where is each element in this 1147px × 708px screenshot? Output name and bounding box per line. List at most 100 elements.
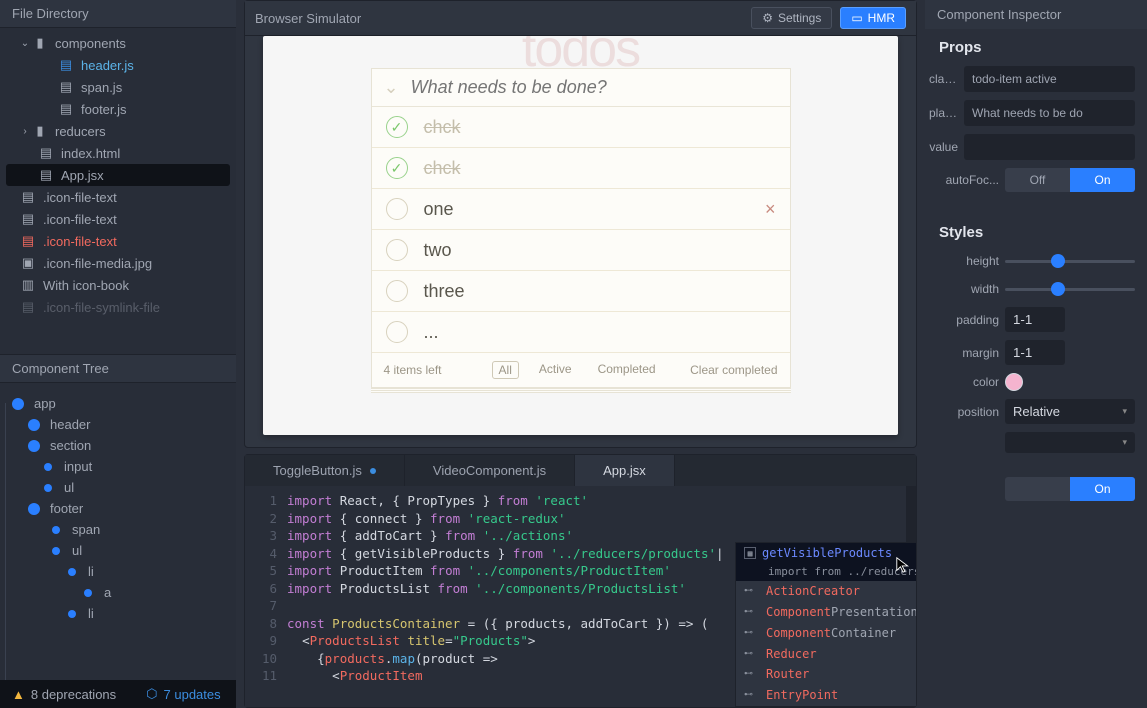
autocomplete-item[interactable]: ⊷ActionCreator [736, 581, 916, 602]
hmr-button[interactable]: ▭ HMR [840, 7, 906, 29]
ct-node-ul[interactable]: ul [44, 477, 224, 498]
ct-node-ul2[interactable]: ul [52, 540, 224, 561]
ct-node-app[interactable]: app [12, 393, 224, 414]
filter-all[interactable]: All [492, 361, 519, 379]
todo-item[interactable]: ✓two [372, 230, 790, 271]
folder-reducers[interactable]: › ▮ reducers [0, 120, 236, 142]
width-slider[interactable] [1005, 279, 1135, 299]
extra-select[interactable]: ▾ [1005, 432, 1135, 453]
file-span-js[interactable]: ▤ span.js [0, 76, 236, 98]
height-slider[interactable] [1005, 251, 1135, 271]
node-dot-icon [44, 484, 52, 492]
file-text-icon: ▤ [20, 211, 36, 227]
todo-item[interactable]: ✓ chck [372, 148, 790, 189]
file-label: App.jsx [61, 168, 104, 183]
file-symlink[interactable]: ▤ .icon-file-symlink-file [0, 296, 236, 318]
file-label: .icon-file-text [43, 212, 117, 227]
check-icon[interactable]: ✓ [386, 280, 408, 302]
todo-item[interactable]: ✓... [372, 312, 790, 353]
prop-label: margin [929, 346, 1005, 360]
check-icon[interactable]: ✓ [386, 116, 408, 138]
file-app-jsx[interactable]: ▤ App.jsx [6, 164, 230, 186]
ct-node-header[interactable]: header [28, 414, 224, 435]
ct-node-section[interactable]: section [28, 435, 224, 456]
file-header-js[interactable]: ▤ header.js [0, 54, 236, 76]
todo-item[interactable]: ✓chck [372, 107, 790, 148]
close-icon[interactable]: × [765, 199, 776, 220]
file-icon-text-3[interactable]: ▤ .icon-file-text [0, 230, 236, 252]
ct-node-span[interactable]: span [52, 519, 224, 540]
autocomplete-item[interactable]: ⊷ComponentPresentational [736, 602, 916, 623]
autocomplete-item[interactable]: ⊷ComponentContainer [736, 623, 916, 644]
switch-on[interactable]: On [1070, 477, 1135, 501]
check-icon[interactable]: ✓ [386, 157, 408, 179]
classname-input[interactable] [964, 66, 1135, 92]
folder-icon: ▮ [32, 123, 48, 139]
file-media[interactable]: ▣ .icon-file-media.jpg [0, 252, 236, 274]
check-icon[interactable]: ✓ [386, 321, 408, 343]
margin-input[interactable] [1005, 340, 1065, 365]
todo-item[interactable]: ✓three [372, 271, 790, 312]
filter-active[interactable]: Active [533, 361, 578, 379]
file-footer-js[interactable]: ▤ footer.js [0, 98, 236, 120]
code-area[interactable]: import React, { PropTypes } from 'react'… [287, 486, 906, 707]
editor-tabs: ToggleButton.js VideoComponent.js App.js… [245, 455, 916, 486]
file-icon-book[interactable]: ▥ With icon-book [0, 274, 236, 296]
slider-knob[interactable] [1051, 254, 1065, 268]
ct-label: li [88, 564, 94, 579]
folder-label: reducers [55, 124, 106, 139]
prop-placeholder: placeho... [925, 96, 1147, 130]
check-icon[interactable]: ✓ [386, 198, 408, 220]
autofocus-switch[interactable]: Off On [1005, 168, 1135, 192]
autocomplete-item[interactable]: ⊷Reducer [736, 644, 916, 665]
placeholder-input[interactable] [964, 100, 1135, 126]
value-input[interactable] [964, 134, 1135, 160]
status-deprecations[interactable]: ▲ 8 deprecations [12, 687, 116, 702]
file-text-icon: ▤ [20, 189, 36, 205]
status-updates[interactable]: ⬡ 7 updates [146, 686, 220, 702]
ct-node-li[interactable]: li [68, 561, 224, 582]
ct-label: header [50, 417, 90, 432]
ct-node-footer[interactable]: footer [28, 498, 224, 519]
position-select[interactable]: Relative ▾ [1005, 399, 1135, 424]
prop-autofocus: autoFoc... Off On [925, 164, 1147, 196]
chevron-down-icon[interactable]: ⌄ [384, 77, 399, 98]
color-swatch[interactable] [1005, 373, 1023, 391]
folder-components[interactable]: ⌄ ▮ components [0, 32, 236, 54]
bottom-switch[interactable]: On [1005, 477, 1135, 501]
autocomplete-item[interactable]: ⊷Router [736, 664, 916, 685]
switch-off[interactable] [1005, 477, 1070, 501]
tab-video-component[interactable]: VideoComponent.js [405, 455, 575, 486]
todo-item[interactable]: ✓one× [372, 189, 790, 230]
ct-label: ul [64, 480, 74, 495]
ct-node-input[interactable]: input [44, 456, 224, 477]
ct-label: footer [50, 501, 83, 516]
ac-label: Router [766, 666, 809, 683]
filter-completed[interactable]: Completed [592, 361, 662, 379]
line-gutter: 1234567891011 [245, 486, 287, 707]
autocomplete-item[interactable]: ⊷EntryPoint [736, 685, 916, 706]
ac-label: getVisibleProducts [762, 545, 892, 562]
todo-text: chck [424, 158, 461, 179]
check-icon[interactable]: ✓ [386, 239, 408, 261]
tab-app-jsx[interactable]: App.jsx [575, 455, 675, 486]
file-icon-text-1[interactable]: ▤ .icon-file-text [0, 186, 236, 208]
todo-new-input[interactable] [411, 77, 778, 98]
ct-node-li2[interactable]: li [68, 603, 224, 624]
switch-on[interactable]: On [1070, 168, 1135, 192]
settings-button[interactable]: ⚙ Settings [751, 7, 832, 29]
file-index-html[interactable]: ▤ index.html [0, 142, 236, 164]
tab-label: VideoComponent.js [433, 463, 546, 478]
node-dot-icon [84, 589, 92, 597]
tab-toggle-button[interactable]: ToggleButton.js [245, 455, 405, 486]
padding-input[interactable] [1005, 307, 1065, 332]
switch-off[interactable]: Off [1005, 168, 1070, 192]
file-icon-text-2[interactable]: ▤ .icon-file-text [0, 208, 236, 230]
prop-label: padding [929, 313, 1005, 327]
todo-text: ... [424, 322, 439, 343]
ct-node-a[interactable]: a [84, 582, 224, 603]
slider-knob[interactable] [1051, 282, 1065, 296]
clear-completed[interactable]: Clear completed [690, 363, 777, 377]
file-tree: ⌄ ▮ components ▤ header.js ▤ span.js ▤ f… [0, 28, 236, 354]
autocomplete-item[interactable]: ▦ getVisibleProducts [736, 543, 916, 564]
